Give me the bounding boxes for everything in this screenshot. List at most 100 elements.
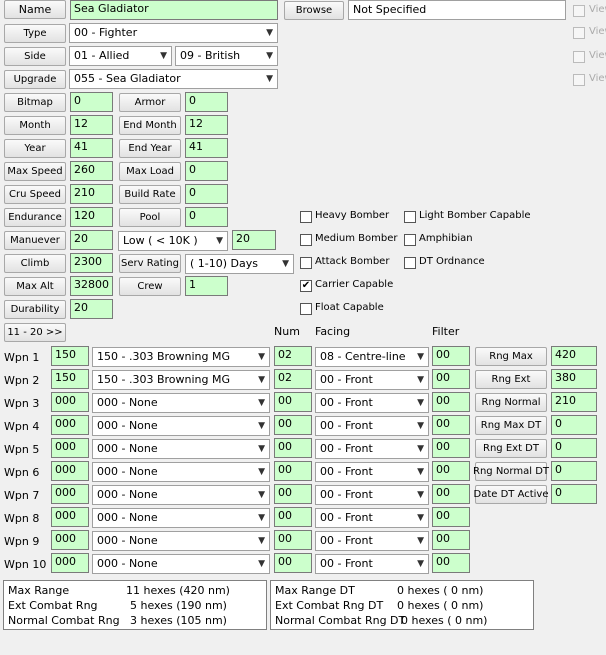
weapon-select[interactable]: 150 - .303 Browning MG ▼ [92,347,270,367]
upgrade-select[interactable]: 055 - Sea Gladiator ▼ [69,69,278,89]
serv-rating-select[interactable]: ( 1-10) Days ▼ [185,254,294,274]
crew-field[interactable]: 1 [185,276,228,296]
view-checkbox-1[interactable] [573,5,585,17]
altitude-select[interactable]: Low ( < 10K ) ▼ [118,231,228,251]
carrier-capable-checkbox[interactable]: ✔ [300,280,312,292]
weapon-filter-field[interactable]: 00 [432,530,470,550]
weapon-num-field[interactable]: 00 [274,415,312,435]
facing-select[interactable]: 00 - Front ▼ [315,439,429,459]
max-alt-field[interactable]: 32800 [70,276,113,296]
weapon-select[interactable]: 000 - None ▼ [92,508,270,528]
facing-select[interactable]: 00 - Front ▼ [315,485,429,505]
weapon-select[interactable]: 000 - None ▼ [92,439,270,459]
float-capable-checkbox[interactable] [300,303,312,315]
browse-button[interactable]: Browse [284,1,344,20]
weapon-num-field[interactable]: 00 [274,553,312,573]
build-rate-field[interactable]: 0 [185,184,228,204]
weapon-select[interactable]: 000 - None ▼ [92,485,270,505]
weapon-filter-field[interactable]: 00 [432,346,470,366]
facing-value: 00 - Front [320,373,373,386]
view-checkbox-4[interactable] [573,74,585,86]
dt-ordnance-checkbox[interactable] [404,257,416,269]
facing-select[interactable]: 00 - Front ▼ [315,508,429,528]
weapon-qty-field[interactable]: 150 [51,346,89,366]
range-field[interactable]: 0 [551,461,597,481]
next-page-button[interactable]: 11 - 20 >> [4,323,66,342]
name-field[interactable]: Sea Gladiator [70,0,278,20]
heavy-bomber-checkbox[interactable] [300,211,312,223]
attack-bomber-checkbox[interactable] [300,257,312,269]
weapon-select[interactable]: 000 - None ▼ [92,554,270,574]
weapon-num-field[interactable]: 00 [274,438,312,458]
amphibian-checkbox[interactable] [404,234,416,246]
weapon-num-field[interactable]: 02 [274,369,312,389]
type-select[interactable]: 00 - Fighter ▼ [69,23,278,43]
weapon-num-field[interactable]: 00 [274,507,312,527]
weapon-num-field[interactable]: 00 [274,392,312,412]
side-select[interactable]: 01 - Allied ▼ [69,46,172,66]
range-field[interactable]: 210 [551,392,597,412]
cru-speed-field[interactable]: 210 [70,184,113,204]
nation-select[interactable]: 09 - British ▼ [175,46,278,66]
weapon-filter-field[interactable]: 00 [432,484,470,504]
weapon-qty-field[interactable]: 000 [51,461,89,481]
weapon-filter-field[interactable]: 00 [432,461,470,481]
light-bomber-capable-checkbox[interactable] [404,211,416,223]
medium-bomber-checkbox[interactable] [300,234,312,246]
weapon-filter-field[interactable]: 00 [432,392,470,412]
facing-select[interactable]: 00 - Front ▼ [315,370,429,390]
range-field[interactable]: 0 [551,415,597,435]
chevron-down-icon: ▼ [258,421,265,431]
max-load-field[interactable]: 0 [185,161,228,181]
weapon-qty-field[interactable]: 150 [51,369,89,389]
weapon-select[interactable]: 000 - None ▼ [92,531,270,551]
weapon-filter-field[interactable]: 00 [432,553,470,573]
end-month-field[interactable]: 12 [185,115,228,135]
weapon-filter-field[interactable]: 00 [432,507,470,527]
pool-field[interactable]: 0 [185,207,228,227]
range-field[interactable]: 380 [551,369,597,389]
weapon-qty-field[interactable]: 000 [51,438,89,458]
month-field[interactable]: 12 [70,115,113,135]
weapon-select[interactable]: 000 - None ▼ [92,393,270,413]
bitmap-field[interactable]: 0 [70,92,113,112]
year-field[interactable]: 41 [70,138,113,158]
weapon-num-field[interactable]: 00 [274,461,312,481]
weapon-qty-field[interactable]: 000 [51,415,89,435]
range-field[interactable]: 0 [551,438,597,458]
weapon-qty-field[interactable]: 000 [51,392,89,412]
weapon-select[interactable]: 150 - .303 Browning MG ▼ [92,370,270,390]
manuever-field[interactable]: 20 [70,230,113,250]
weapon-select[interactable]: 000 - None ▼ [92,416,270,436]
durability-field[interactable]: 20 [70,299,113,319]
max-speed-field[interactable]: 260 [70,161,113,181]
view-checkbox-3[interactable] [573,51,585,63]
endurance-field[interactable]: 120 [70,207,113,227]
armor-field[interactable]: 0 [185,92,228,112]
view-checkbox-2[interactable] [573,27,585,39]
end-year-field[interactable]: 41 [185,138,228,158]
range-field[interactable]: 0 [551,484,597,504]
weapon-select[interactable]: 000 - None ▼ [92,462,270,482]
weapon-qty-field[interactable]: 000 [51,553,89,573]
altitude-field[interactable]: 20 [232,230,276,250]
weapon-filter-field[interactable]: 00 [432,415,470,435]
weapon-num-field[interactable]: 00 [274,484,312,504]
facing-select[interactable]: 00 - Front ▼ [315,554,429,574]
facing-select[interactable]: 00 - Front ▼ [315,416,429,436]
facing-select[interactable]: 00 - Front ▼ [315,531,429,551]
file-field[interactable]: Not Specified [348,0,566,20]
weapon-value: 000 - None [97,396,158,409]
weapon-qty-field[interactable]: 000 [51,507,89,527]
weapon-num-field[interactable]: 02 [274,346,312,366]
climb-field[interactable]: 2300 [70,253,113,273]
facing-select[interactable]: 08 - Centre-line ▼ [315,347,429,367]
weapon-qty-field[interactable]: 000 [51,530,89,550]
weapon-filter-field[interactable]: 00 [432,369,470,389]
facing-select[interactable]: 00 - Front ▼ [315,462,429,482]
facing-select[interactable]: 00 - Front ▼ [315,393,429,413]
weapon-num-field[interactable]: 00 [274,530,312,550]
weapon-filter-field[interactable]: 00 [432,438,470,458]
range-field[interactable]: 420 [551,346,597,366]
weapon-qty-field[interactable]: 000 [51,484,89,504]
